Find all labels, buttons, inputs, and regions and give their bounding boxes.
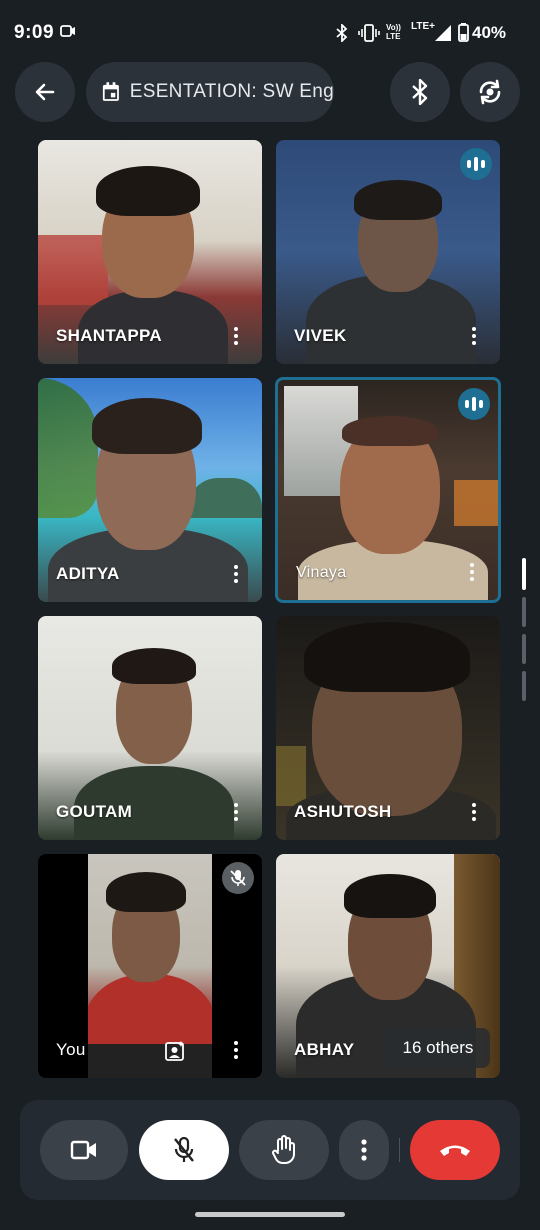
portrait-effects-icon	[165, 1041, 184, 1061]
bluetooth-icon	[336, 24, 348, 42]
signal-icon	[435, 25, 451, 41]
scroll-page	[522, 634, 526, 664]
participant-tile[interactable]: ADITYA	[38, 378, 262, 602]
person-hair	[342, 416, 438, 446]
participant-tile[interactable]: SHANTAPPA	[38, 140, 262, 364]
back-button[interactable]	[15, 62, 75, 122]
tile-more-button[interactable]	[228, 1036, 244, 1064]
participant-tile-active[interactable]: Vinaya	[275, 377, 501, 603]
speaking-indicator-icon	[458, 388, 490, 420]
person-hair	[344, 874, 436, 918]
speaking-indicator-icon	[460, 148, 492, 180]
others-button[interactable]: 16 others	[386, 1028, 490, 1068]
muted-indicator	[222, 862, 254, 894]
participant-name: SHANTAPPA	[56, 326, 162, 345]
person-hair	[96, 166, 200, 216]
participant-name: GOUTAM	[56, 802, 133, 821]
end-call-button[interactable]	[410, 1120, 500, 1180]
mic-toggle-button[interactable]	[139, 1120, 229, 1180]
bluetooth-icon	[412, 79, 428, 105]
videocam-icon	[70, 1140, 96, 1160]
switch-camera-button[interactable]	[460, 62, 520, 122]
battery-percent: 40%	[472, 23, 507, 42]
gesture-navigation-bar[interactable]	[195, 1212, 345, 1217]
background-decor	[38, 378, 98, 518]
meeting-top-bar: ESENTATION: SW Eng	[0, 62, 540, 122]
scroll-page	[522, 671, 526, 701]
camera-toggle-button[interactable]	[40, 1120, 128, 1180]
participant-name: ABHAY	[294, 1040, 355, 1059]
more-vert-icon	[361, 1139, 367, 1161]
switch-camera-icon	[479, 79, 501, 105]
vibrate-icon	[358, 24, 380, 42]
tile-more-button[interactable]	[464, 558, 480, 586]
participant-name: ADITYA	[56, 564, 120, 583]
arrow-back-icon	[35, 83, 55, 101]
background-decor	[276, 746, 306, 806]
lte-icon: LTE+	[411, 21, 435, 32]
participant-tile[interactable]: ASHUTOSH	[276, 616, 500, 840]
tile-more-button[interactable]	[466, 798, 482, 826]
tile-more-button[interactable]	[228, 560, 244, 588]
participant-tile[interactable]: ABHAY 16 others	[276, 854, 500, 1078]
meeting-title: ESENTATION: SW Eng	[129, 81, 334, 102]
calendar-icon	[102, 82, 119, 101]
portrait-effects-button[interactable]	[164, 1040, 186, 1062]
controls-divider	[399, 1138, 400, 1162]
scroll-page	[522, 597, 526, 627]
battery-icon	[458, 23, 469, 42]
person-hair	[92, 398, 202, 454]
call-controls-bar	[20, 1100, 520, 1200]
participant-name: You	[56, 1040, 86, 1059]
raise-hand-button[interactable]	[239, 1120, 329, 1180]
background-decor	[188, 478, 262, 518]
hand-icon	[272, 1135, 295, 1165]
call-end-icon	[440, 1145, 470, 1156]
self-view-tile[interactable]: You	[38, 854, 262, 1078]
participant-name: ASHUTOSH	[294, 802, 392, 821]
mic-off-icon	[230, 870, 246, 886]
mic-off-icon	[174, 1136, 194, 1162]
audio-output-button[interactable]	[390, 62, 450, 122]
meeting-title-button[interactable]: ESENTATION: SW Eng	[86, 62, 334, 122]
jacket-stripe	[88, 1044, 212, 1078]
tile-more-button[interactable]	[228, 798, 244, 826]
participant-name: VIVEK	[294, 326, 347, 345]
person-hair	[112, 648, 196, 684]
self-video	[88, 854, 212, 1078]
more-options-button[interactable]	[339, 1120, 389, 1180]
video-record-icon	[60, 25, 75, 37]
person-hair	[304, 622, 470, 692]
page-scroll-indicator[interactable]	[522, 558, 526, 708]
scroll-page-current	[522, 558, 526, 590]
status-time: 9:09	[14, 22, 55, 43]
participant-name: Vinaya	[296, 564, 347, 581]
participant-tile[interactable]: VIVEK	[276, 140, 500, 364]
status-bar: 9:09 Vo)) LTE LTE+ 40%	[0, 0, 540, 64]
person-hair	[354, 180, 442, 220]
person-hair	[106, 872, 186, 912]
tile-more-button[interactable]	[466, 322, 482, 350]
background-decor	[38, 235, 108, 305]
participant-tile[interactable]: GOUTAM	[38, 616, 262, 840]
fireplace-background	[454, 480, 498, 526]
volte-icon: Vo)) LTE	[386, 23, 401, 41]
tile-more-button[interactable]	[228, 322, 244, 350]
